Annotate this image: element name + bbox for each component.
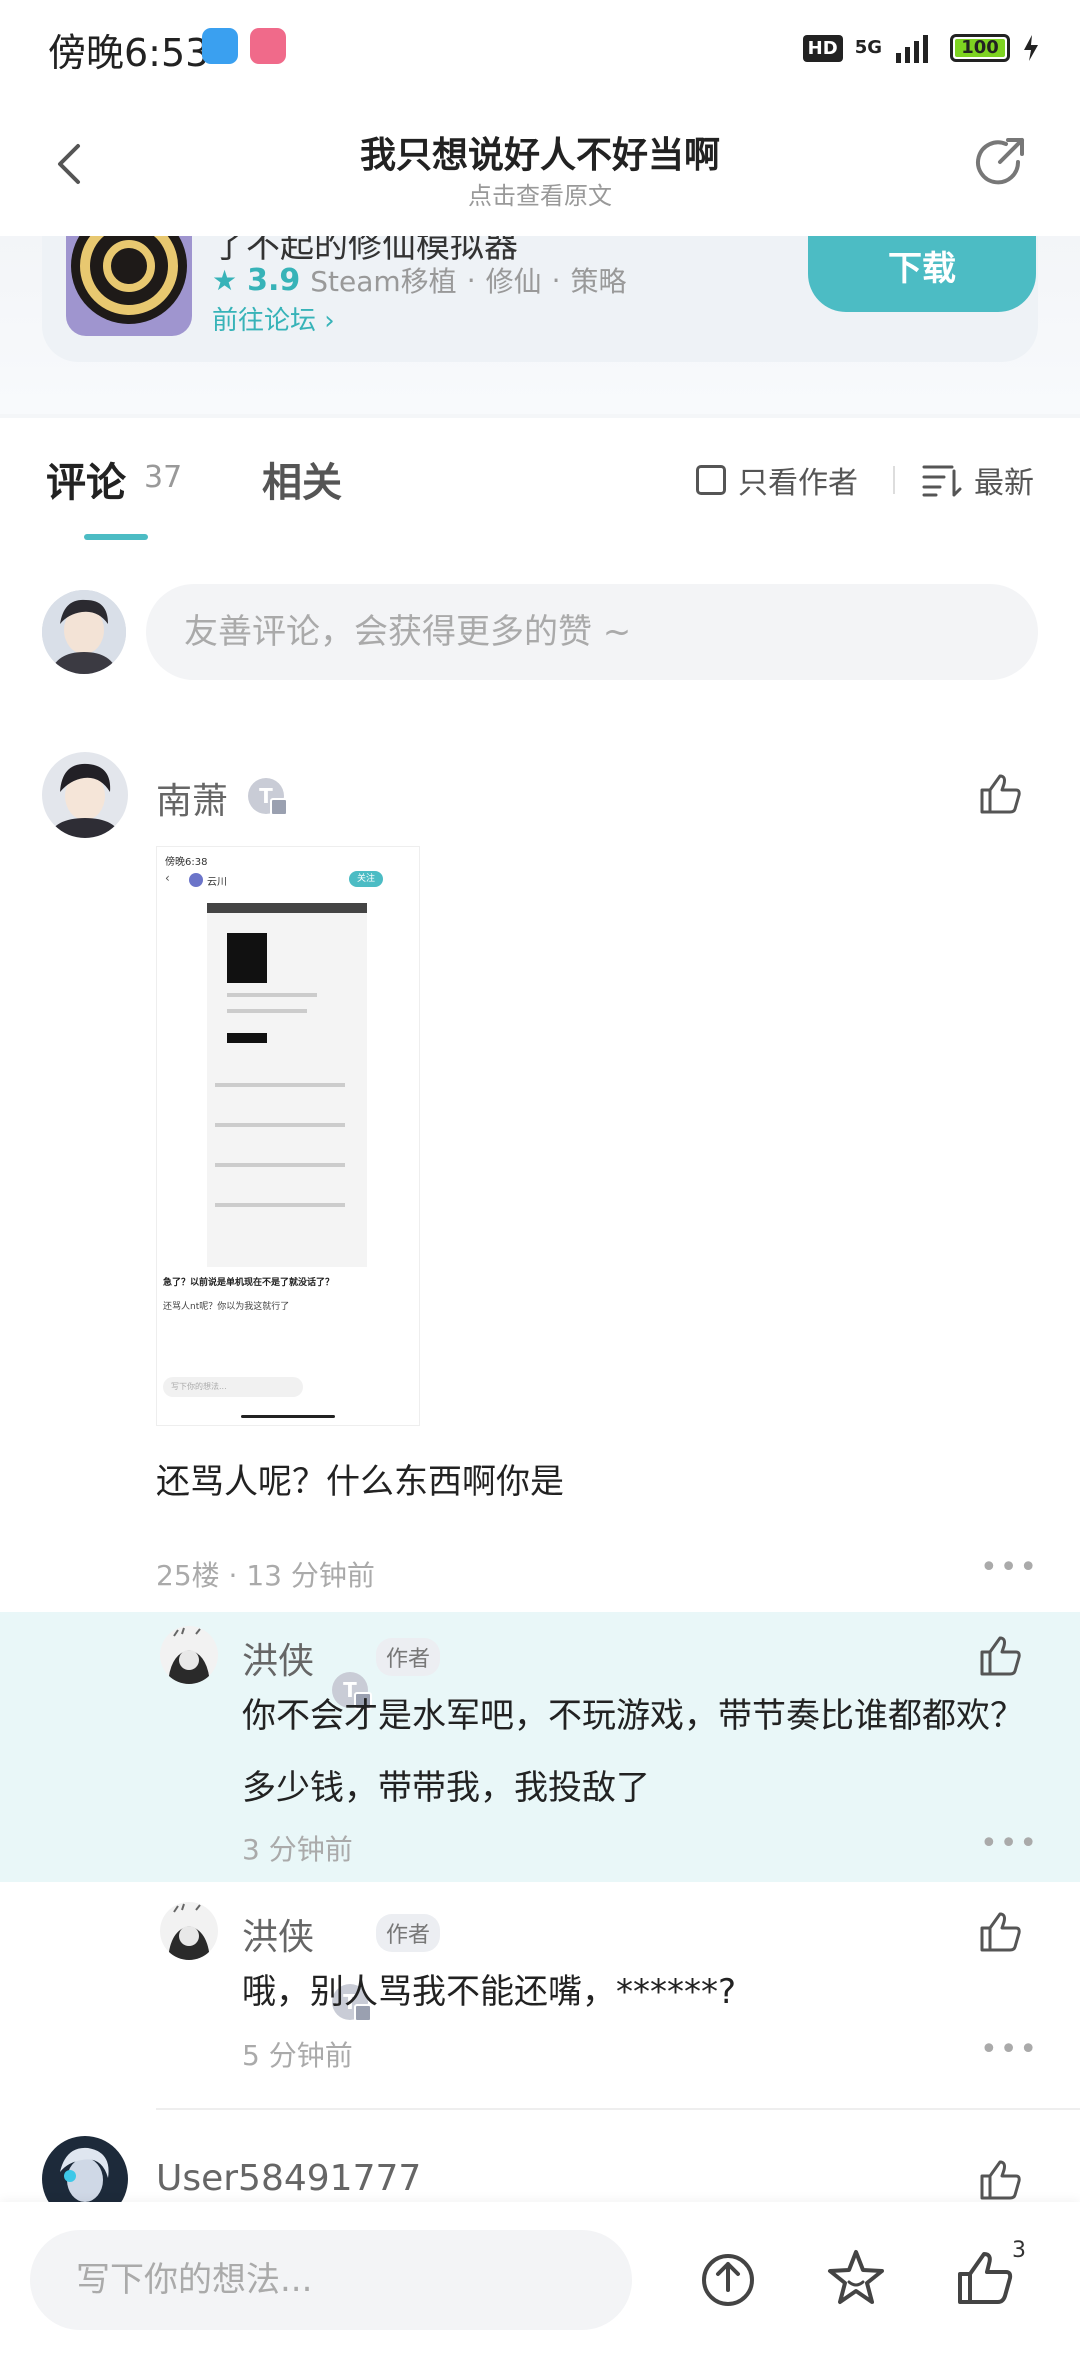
only-author-label: 只看作者 [738, 466, 858, 501]
sort-button[interactable]: 最新 [922, 458, 1034, 502]
battery-level: 100 [955, 39, 1005, 57]
game-logo [66, 236, 192, 336]
avatar[interactable] [42, 752, 128, 838]
reply-time: 3 分钟前 [242, 1833, 353, 1866]
game-tag: 修仙 [485, 265, 542, 298]
reply-text: 哦，别人骂我不能还嘴，******? [242, 1972, 737, 2012]
tab-related[interactable]: 相关 [262, 450, 342, 508]
thumb-time: 傍晚6:38 [165, 857, 208, 868]
comment-input[interactable]: 友善评论，会获得更多的赞 ~ [146, 584, 1038, 680]
sort-label: 最新 [974, 466, 1034, 501]
thumb-back-icon: ‹ [165, 871, 170, 885]
view-original-link[interactable]: 点击查看原文 [200, 176, 880, 211]
thumb-question: 急了？以前说是单机现在不是了就没话了？ [163, 1278, 335, 1288]
level-badge: T [248, 778, 288, 816]
status-bar: 傍晚6:53 HD 5G 100 [0, 0, 1080, 96]
game-rating: 3.9 [247, 262, 301, 298]
comment-text: 还骂人呢？什么东西啊你是 [156, 1462, 564, 1502]
share-icon[interactable] [970, 132, 1030, 192]
dot-separator: · [228, 1559, 247, 1592]
thumb-redacted-block [227, 1033, 267, 1043]
reply-time: 5 分钟前 [242, 2039, 353, 2072]
page-header: 我只想说好人不好当啊 点击查看原文 [0, 96, 1080, 236]
comment-floor: 25楼 [156, 1559, 220, 1592]
comment-meta: 25楼 · 13 分钟前 [156, 1554, 375, 1594]
thumb-user: 云川 [207, 877, 227, 888]
gallery-notification-icon [250, 28, 286, 64]
network-label: 5G [854, 37, 882, 58]
author-badge: 作者 [376, 1914, 441, 1952]
reply-input[interactable]: 写下你的想法... [30, 2230, 632, 2330]
game-meta: ★ 3.9 Steam移植 · 修仙 · 策略 [212, 260, 627, 300]
active-tab-indicator [84, 534, 148, 540]
sort-icon [922, 465, 962, 497]
like-icon[interactable] [952, 2246, 1016, 2310]
game-card[interactable]: 了不起的修仙模拟器 ★ 3.9 Steam移植 · 修仙 · 策略 前往论坛 ›… [42, 236, 1038, 362]
thumb-line [215, 1083, 345, 1087]
game-tag: 策略 [570, 265, 627, 298]
status-indicators: HD 5G 100 [802, 28, 1040, 68]
thumb-line [215, 1163, 345, 1167]
reply-text: 你不会才是水军吧，不玩游戏，带节奏比谁都都欢？多少钱，带带我，我投敌了 [242, 1696, 1024, 1808]
chevron-right-icon: › [324, 306, 335, 336]
star-icon: ★ [212, 263, 238, 297]
thumb-home-bar [241, 1415, 335, 1418]
thumb-line [215, 1123, 345, 1127]
comment-time: 13 分钟前 [246, 1559, 375, 1592]
comment-username[interactable]: User58491777 [156, 2158, 421, 2199]
avatar[interactable] [160, 1902, 218, 1960]
avatar[interactable] [160, 1626, 218, 1684]
divider [156, 2108, 1080, 2110]
forum-link-label: 前往论坛 [212, 306, 317, 336]
thumb-line [227, 1009, 307, 1013]
avatar [42, 590, 126, 674]
checkbox-icon [696, 465, 726, 495]
status-time: 傍晚6:53 [48, 31, 210, 75]
only-author-toggle[interactable]: 只看作者 [696, 458, 858, 502]
game-tag: Steam移植 [310, 265, 457, 298]
divider [0, 414, 1080, 418]
like-icon[interactable] [976, 2156, 1024, 2204]
thumb-input: 写下你的想法... [163, 1377, 303, 1397]
share-upload-icon[interactable] [696, 2246, 760, 2310]
signal-icon [896, 35, 928, 63]
battery-icon: 100 [950, 34, 1010, 62]
thumb-inner-screenshot [207, 903, 367, 1267]
charging-icon [1024, 35, 1038, 61]
back-icon[interactable] [48, 140, 96, 188]
divider [893, 466, 895, 494]
dot-separator: · [466, 263, 476, 297]
thumb-line [227, 993, 317, 997]
comment-username[interactable]: 南萧 [156, 772, 228, 824]
bottom-bar: 写下你的想法... 3 [0, 2202, 1080, 2370]
dot-separator: · [551, 263, 561, 297]
thumb-avatar [189, 873, 203, 887]
thumb-line [215, 1203, 345, 1207]
page-title[interactable]: 我只想说好人不好当啊 [200, 126, 880, 178]
forum-link[interactable]: 前往论坛 › [212, 300, 335, 337]
like-count: 3 [1012, 2238, 1026, 2263]
like-icon[interactable] [976, 1908, 1024, 1956]
favorite-star-icon[interactable] [824, 2246, 888, 2310]
comment-count: 37 [144, 460, 183, 495]
thumb-redacted-block [227, 933, 267, 983]
app-notification-icon [202, 28, 238, 64]
author-badge: 作者 [376, 1638, 441, 1676]
more-icon[interactable]: ••• [980, 2032, 1039, 2067]
download-button[interactable]: 下载 [808, 236, 1036, 312]
comment-image[interactable]: 傍晚6:38 ‹ 云川 关注 急了？以前说是单机现在不是了就没话了？ 还骂人nt… [156, 846, 420, 1426]
reply-username[interactable]: 洪侠 [242, 1908, 314, 1960]
thumb-reply: 还骂人nt呢？你以为我这就行了 [163, 1302, 290, 1312]
like-icon[interactable] [976, 1632, 1024, 1680]
like-icon[interactable] [976, 770, 1024, 818]
more-icon[interactable]: ••• [980, 1826, 1039, 1861]
more-icon[interactable]: ••• [980, 1550, 1039, 1585]
thumb-follow: 关注 [349, 871, 383, 887]
hd-icon: HD [802, 34, 843, 62]
tab-comments[interactable]: 评论 [46, 450, 126, 508]
reply-username[interactable]: 洪侠 [242, 1632, 314, 1684]
